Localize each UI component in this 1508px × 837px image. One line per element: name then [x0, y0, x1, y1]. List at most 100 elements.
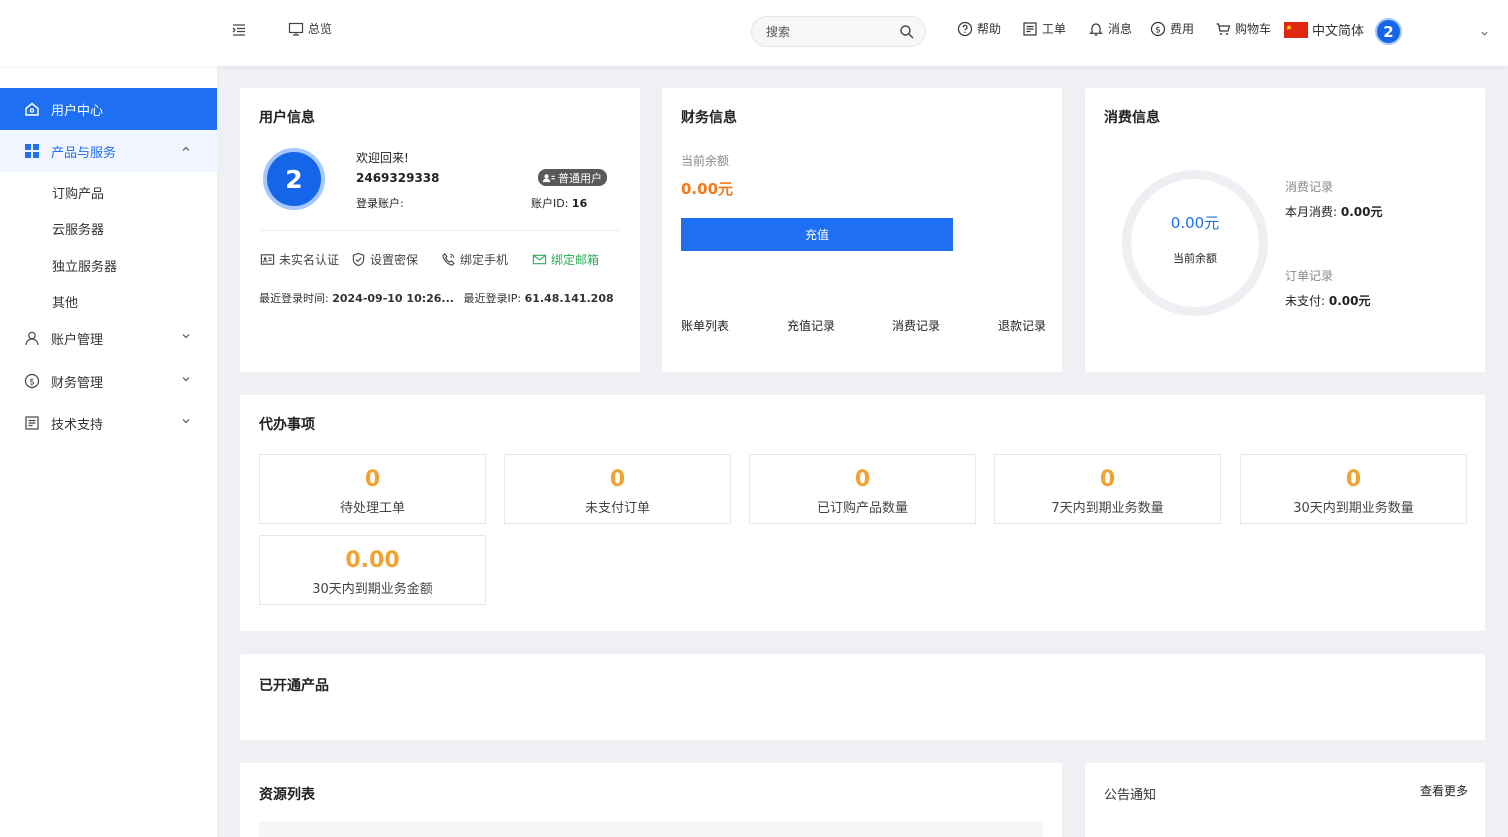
- search-input[interactable]: [766, 23, 896, 41]
- sidebar-item-tech-support[interactable]: 技术支持: [0, 402, 217, 444]
- language-label: 中文简体: [1312, 24, 1365, 39]
- fee-link[interactable]: $ 费用: [1150, 20, 1194, 37]
- dollar-icon: $: [24, 373, 40, 389]
- tile-label: 30天内到期业务金额: [312, 582, 433, 597]
- todo-tile-expire-30days-amount[interactable]: 0.00 30天内到期业务金额: [259, 535, 486, 605]
- user-type-badge: 普通用户: [538, 169, 607, 186]
- top-header: 总览 帮助 工单 消息 $ 费用 购物车 中文简体 2: [0, 0, 1508, 66]
- consume-record-link[interactable]: 消费记录: [892, 317, 940, 334]
- sidebar-item-label: 账户管理: [51, 333, 104, 348]
- sidebar: 用户中心 产品与服务 订购产品 云服务器 独立服务器 其他 账户管理 $ 财务管…: [0, 66, 217, 837]
- refund-record-link[interactable]: 退款记录: [998, 317, 1046, 334]
- todo-tile-unpaid-orders[interactable]: 0 未支付订单: [504, 454, 731, 524]
- last-login-info: 最近登录时间: 2024-09-10 10:26... 最近登录IP: 61.4…: [259, 290, 614, 306]
- tile-label: 30天内到期业务数量: [1293, 501, 1414, 516]
- tile-label: 已订购产品数量: [816, 501, 908, 516]
- tile-value: 0.00: [345, 548, 400, 573]
- recharge-button[interactable]: 充值: [681, 218, 953, 251]
- overview-link[interactable]: 总览: [288, 20, 332, 37]
- last-login-ip: 61.48.141.208: [524, 292, 614, 305]
- todo-tile-expire-7days[interactable]: 0 7天内到期业务数量: [994, 454, 1221, 524]
- search-box: [751, 16, 926, 47]
- sidebar-sub-other[interactable]: 其他: [52, 292, 78, 311]
- dollar-circle-icon: $: [1150, 21, 1166, 36]
- user-icon: [25, 331, 39, 346]
- account-id-label: 账户ID:: [531, 197, 569, 210]
- todo-tile-pending-tickets[interactable]: 0 待处理工单: [259, 454, 486, 524]
- security-question-label: 设置密保: [370, 253, 419, 267]
- todo-title: 代办事项: [259, 417, 315, 433]
- todo-tile-ordered-products[interactable]: 0 已订购产品数量: [749, 454, 976, 524]
- cart-icon: [1216, 22, 1231, 35]
- divider: [259, 230, 621, 231]
- search-icon[interactable]: [899, 24, 915, 40]
- sidebar-item-account[interactable]: 账户管理: [0, 317, 217, 359]
- chevron-down-icon: [182, 419, 190, 424]
- consumption-card: 消费信息 0.00元 当前余额 消费记录 本月消费: 0.00元 订单记录 未支…: [1085, 88, 1485, 372]
- id-card-icon: [260, 254, 275, 265]
- sidebar-item-user-center[interactable]: 用户中心: [0, 88, 217, 130]
- welcome-text: 欢迎回来!: [356, 151, 409, 165]
- bind-phone-link[interactable]: 绑定手机: [441, 251, 508, 268]
- ticket-link[interactable]: 工单: [1022, 20, 1066, 37]
- month-consume-value: 0.00元: [1340, 205, 1383, 219]
- question-circle-icon: [957, 21, 973, 36]
- balance-ring: [1122, 170, 1268, 316]
- sidebar-item-label: 技术支持: [51, 418, 104, 433]
- bind-email-link[interactable]: 绑定邮箱: [532, 251, 599, 268]
- tile-value: 0: [854, 467, 871, 492]
- tile-value: 0: [1345, 467, 1362, 492]
- bind-email-label: 绑定邮箱: [551, 253, 600, 267]
- todo-card: 代办事项 0 待处理工单 0 未支付订单 0 已订购产品数量 0 7天内到期业务…: [240, 395, 1485, 631]
- unpaid-value: 0.00元: [1328, 294, 1371, 308]
- sidebar-item-label: 财务管理: [51, 376, 104, 391]
- cart-link[interactable]: 购物车: [1215, 20, 1271, 37]
- sidebar-item-finance[interactable]: $ 财务管理: [0, 360, 217, 402]
- consumption-title: 消费信息: [1104, 110, 1160, 126]
- message-link[interactable]: 消息: [1088, 20, 1132, 37]
- chevron-down-icon: [182, 334, 190, 339]
- user-type-label: 普通用户: [558, 171, 602, 185]
- todo-tile-expire-30days[interactable]: 0 30天内到期业务数量: [1240, 454, 1467, 524]
- sidebar-item-products-services[interactable]: 产品与服务: [0, 130, 217, 172]
- svg-text:$: $: [29, 377, 35, 387]
- resources-table-header: [259, 822, 1043, 837]
- china-flag-icon: [1284, 21, 1308, 38]
- notice-title: 公告通知: [1104, 788, 1157, 803]
- bill-list-link[interactable]: 账单列表: [681, 317, 729, 334]
- month-consume: 本月消费: 0.00元: [1285, 203, 1382, 220]
- tile-label: 未支付订单: [584, 501, 650, 516]
- view-more-link[interactable]: 查看更多: [1420, 782, 1468, 799]
- username: 2469329338: [356, 171, 440, 185]
- ring-value: 0.00元: [1170, 214, 1220, 232]
- security-question-link[interactable]: 设置密保: [351, 251, 418, 268]
- chevron-down-icon[interactable]: [1480, 29, 1489, 38]
- user-card-icon: [542, 173, 555, 182]
- ticket-label: 工单: [1042, 22, 1067, 36]
- sidebar-sub-cloud-servers[interactable]: 云服务器: [52, 219, 104, 238]
- user-avatar[interactable]: 2: [1375, 18, 1402, 45]
- help-link[interactable]: 帮助: [957, 20, 1001, 37]
- home-icon: [25, 102, 39, 116]
- month-consume-label: 本月消费:: [1285, 205, 1338, 219]
- tile-value: 0: [364, 467, 381, 492]
- sidebar-item-label: 用户中心: [51, 104, 104, 119]
- sidebar-sub-order-products[interactable]: 订购产品: [52, 183, 104, 202]
- user-info-card: 用户信息 2 欢迎回来! 2469329338 登录账户: 普通用户 账户ID:…: [240, 88, 640, 372]
- tile-label: 待处理工单: [339, 501, 405, 516]
- consume-record-label: 消费记录: [1285, 180, 1334, 194]
- sidebar-sub-dedicated-servers[interactable]: 独立服务器: [52, 256, 117, 275]
- menu-collapse-icon[interactable]: [231, 22, 247, 38]
- balance-value: 0.00元: [681, 180, 734, 198]
- real-name-auth-link[interactable]: 未实名认证: [260, 251, 339, 268]
- monitor-icon: [288, 22, 304, 36]
- unpaid: 未支付: 0.00元: [1285, 292, 1370, 309]
- message-label: 消息: [1108, 22, 1133, 36]
- real-name-auth-label: 未实名认证: [279, 253, 340, 267]
- unpaid-label: 未支付:: [1285, 294, 1326, 308]
- document-icon: [25, 416, 39, 430]
- recharge-record-link[interactable]: 充值记录: [787, 317, 835, 334]
- fee-label: 费用: [1170, 22, 1195, 36]
- language-selector[interactable]: 中文简体: [1284, 20, 1364, 39]
- last-login-time: 2024-09-10 10:26...: [332, 292, 454, 305]
